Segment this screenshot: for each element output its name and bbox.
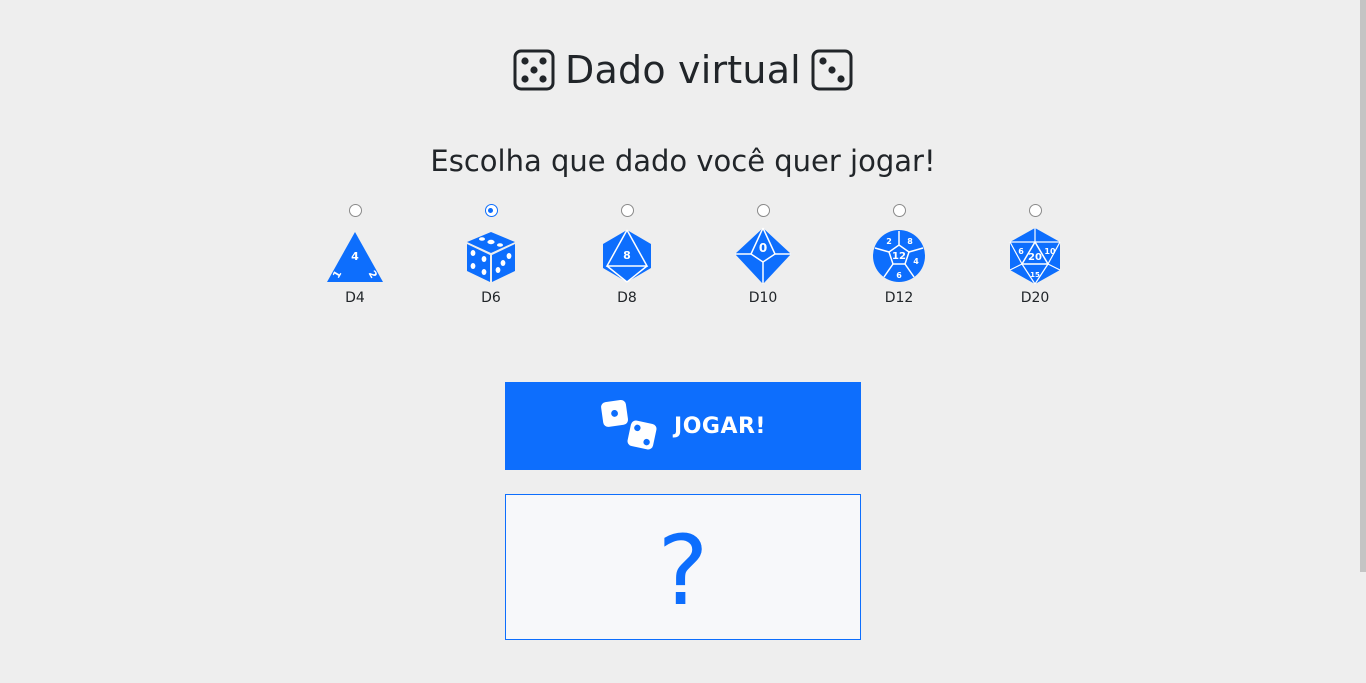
d20-face-number: 15 (1030, 271, 1040, 279)
page-title: Dado virtual (565, 48, 801, 92)
d4-face-number: 4 (351, 250, 359, 263)
dice-option-d10[interactable]: 0 D10 (695, 204, 831, 306)
die-face-three-icon (811, 49, 853, 91)
d10-icon[interactable]: 0 (733, 226, 793, 286)
result-value: ? (657, 515, 709, 627)
subtitle: Escolha que dado você quer jogar! (430, 144, 936, 178)
page: Dado virtual Escolha que dado você quer … (0, 0, 1366, 683)
radio-d4[interactable] (348, 204, 362, 217)
d6-icon[interactable] (461, 226, 521, 286)
dice-selector: 4 1 2 D4 D6 8 D8 0 D10 12 2 8 6 4 D12 20… (287, 204, 1103, 306)
radio-d8[interactable] (620, 204, 634, 217)
die-label: D10 (748, 290, 778, 306)
dice-option-d6[interactable]: D6 (423, 204, 559, 306)
radio-d10[interactable] (756, 204, 770, 217)
d8-face-number: 8 (623, 249, 631, 262)
d12-face-number: 6 (896, 271, 902, 280)
d20-face-number: 6 (1018, 247, 1024, 256)
dice-option-d8[interactable]: 8 D8 (559, 204, 695, 306)
die-label: D4 (345, 290, 365, 306)
radio-d12[interactable] (892, 204, 906, 217)
die-label: D12 (884, 290, 914, 306)
die-face-five-icon (513, 49, 555, 91)
radio-d6[interactable] (484, 204, 498, 217)
d12-face-number: 2 (886, 237, 892, 246)
scrollbar[interactable] (1358, 0, 1366, 572)
radio-d20[interactable] (1028, 204, 1042, 217)
dice-option-d20[interactable]: 20 6 10 15 D20 (967, 204, 1103, 306)
die-label: D6 (481, 290, 501, 306)
d20-face-number: 20 (1028, 252, 1042, 263)
header: Dado virtual (0, 48, 1366, 92)
d12-face-number: 4 (913, 257, 919, 266)
d12-face-number: 8 (907, 237, 913, 246)
result-display: ? (505, 494, 861, 640)
d20-icon[interactable]: 20 6 10 15 (1005, 226, 1065, 286)
d12-icon[interactable]: 12 2 8 6 4 (869, 226, 929, 286)
die-label: D20 (1020, 290, 1050, 306)
dice-pair-icon (600, 399, 660, 454)
play-button-label: JOGAR! (674, 413, 766, 439)
d8-icon[interactable]: 8 (597, 226, 657, 286)
d4-icon[interactable]: 4 1 2 (325, 226, 385, 286)
die-label: D8 (617, 290, 637, 306)
d20-face-number: 10 (1044, 247, 1056, 256)
dice-option-d4[interactable]: 4 1 2 D4 (287, 204, 423, 306)
d12-face-number: 12 (892, 251, 906, 262)
play-button[interactable]: JOGAR! (505, 382, 861, 470)
d10-face-number: 0 (759, 241, 767, 255)
dice-option-d12[interactable]: 12 2 8 6 4 D12 (831, 204, 967, 306)
